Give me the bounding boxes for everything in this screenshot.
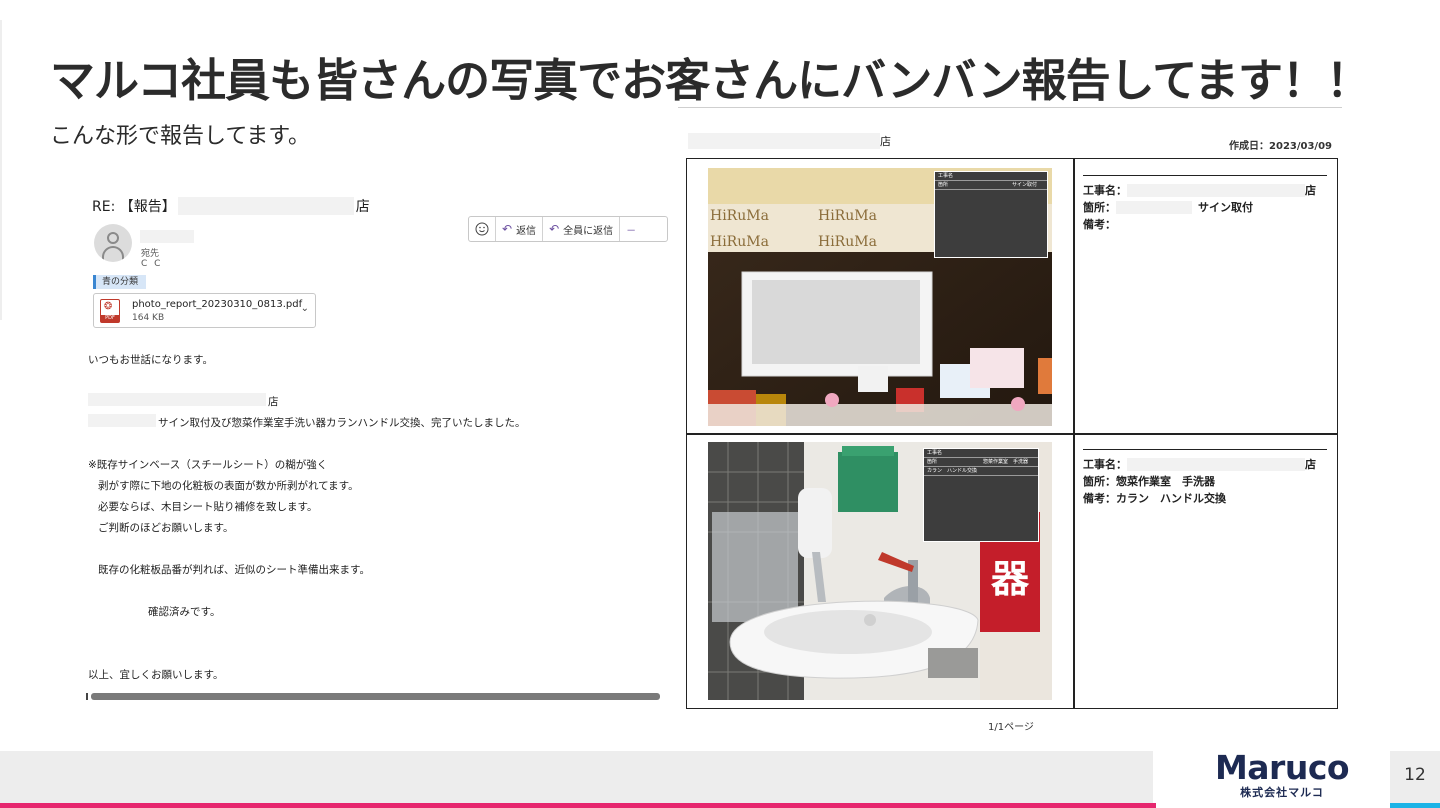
- report-created-date: 作成日：2023/03/09: [1229, 141, 1332, 152]
- logo-wordmark: Maruco: [1214, 748, 1350, 787]
- scrollbar-cap: [86, 693, 88, 700]
- banner-text-3: HiRuMa: [710, 234, 769, 250]
- pdf-icon-label: PDF: [101, 315, 119, 322]
- company-logo: Maruco 株式会社マルコ: [1212, 750, 1352, 804]
- photo-sink-faucet: 器 工事名 箇所 惣菜作業室 手洗器 カラン ハンドル交換: [708, 442, 1052, 700]
- entry-1-location-value: サイン取付: [1198, 201, 1253, 214]
- photo-report: 店 作成日：2023/03/09 HiRuMa HiRuMa HiRuMa Hi…: [686, 130, 1340, 733]
- cc-label: C C: [141, 259, 163, 269]
- page-number: 12: [1404, 765, 1426, 785]
- banner-text-1: HiRuMa: [710, 208, 769, 224]
- more-label: －: [626, 225, 637, 237]
- reply-icon: ↶: [502, 222, 513, 236]
- entry-2-project-label: 工事名：: [1083, 458, 1127, 471]
- entry-1-project-label: 工事名：: [1083, 184, 1127, 197]
- attachment-card[interactable]: ❂ PDF photo_report_20230310_0813.pdf 164…: [93, 293, 316, 328]
- board-2-location-value: 惣菜作業室 手洗器: [982, 459, 1028, 465]
- email-work-line: サイン取付及び惣菜作業室手洗い器カランハンドル交換、完了いたしました。: [158, 417, 526, 429]
- email-subject: RE: 【報告】 店: [92, 196, 370, 216]
- banner-text-4: HiRuMa: [818, 234, 877, 250]
- avatar: [94, 224, 132, 262]
- redacted-sender: [140, 230, 194, 243]
- email-note-6: 確認済みです。: [148, 606, 221, 618]
- emoji-button[interactable]: [469, 217, 496, 241]
- board-2-title: 工事名: [924, 449, 1038, 458]
- entry-1-remarks: 備考：: [1083, 216, 1116, 232]
- to-label: 宛先: [141, 249, 160, 259]
- report-store-suffix: 店: [880, 135, 891, 148]
- board-1-location-value: サイン取付: [1011, 182, 1037, 188]
- more-button[interactable]: －: [620, 217, 642, 241]
- board-2-location-key: 箇所: [927, 459, 938, 465]
- entry-2-location: 箇所： 惣菜作業室 手洗器: [1083, 473, 1215, 489]
- person-icon: [107, 232, 119, 244]
- report-table: HiRuMa HiRuMa HiRuMa HiRuMa 工事名 箇所 サイン取付…: [686, 158, 1338, 709]
- smiley-icon: [475, 222, 489, 236]
- email-note-5: 既存の化粧板品番が判れば、近似のシート準備出来ます。: [98, 564, 370, 576]
- photo-sign-install: HiRuMa HiRuMa HiRuMa HiRuMa 工事名 箇所 サイン取付: [708, 168, 1052, 426]
- entry-1-location: 箇所： サイン取付: [1083, 199, 1253, 215]
- footer-band: [0, 751, 1153, 803]
- reply-button[interactable]: ↶ 返信: [496, 217, 544, 241]
- category-tag[interactable]: 青の分類: [93, 275, 147, 289]
- entry-2-remarks-label: 備考：: [1083, 492, 1116, 505]
- redacted-location: [88, 414, 156, 427]
- entry-2-remarks-value: カラン ハンドル交換: [1116, 492, 1226, 505]
- report-page-indicator: 1/1ページ: [988, 722, 1034, 733]
- redacted-store-name: [177, 197, 354, 215]
- redacted-location: [1116, 200, 1192, 214]
- email-note-2: 剥がす際に下地の化粧板の表面が数か所剥がれてます。: [98, 480, 359, 492]
- horizontal-scrollbar[interactable]: [91, 693, 660, 700]
- entry-2-project: 工事名： 店: [1083, 456, 1316, 472]
- entry-1-remarks-label: 備考：: [1083, 218, 1116, 231]
- sign-glyph: 器: [991, 557, 1030, 601]
- attachment-size: 164 KB: [132, 313, 165, 323]
- chevron-down-icon[interactable]: ⌄: [301, 303, 309, 314]
- board-1-location-key: 箇所: [938, 182, 949, 188]
- redacted-store: [688, 133, 880, 149]
- email-subject-suffix: 店: [355, 199, 370, 215]
- slide-subtitle: こんな形で報告してます。: [50, 124, 311, 149]
- footer-accent-blue: [1390, 803, 1440, 808]
- title-divider: [678, 107, 1342, 108]
- email-closing: 以上、宜しくお願いします。: [88, 669, 224, 681]
- entry-1-project: 工事名： 店: [1083, 182, 1316, 198]
- logo-company-name: 株式会社マルコ: [1240, 786, 1324, 799]
- entry-2-location-label: 箇所：: [1083, 475, 1116, 488]
- pdf-file-icon: ❂ PDF: [100, 299, 120, 323]
- email-screenshot: RE: 【報告】 店 ↶ 返信 ↶ 全員に返信 － 宛先 C C 青の分類 ❂ …: [86, 188, 668, 708]
- work-board-1: 工事名 箇所 サイン取付: [934, 171, 1048, 258]
- reply-label: 返信: [516, 225, 537, 237]
- entry-2-project-suffix: 店: [1305, 458, 1316, 471]
- redacted-project: [1127, 183, 1305, 197]
- board-2-remarks: カラン ハンドル交換: [924, 467, 1038, 476]
- reply-all-icon: ↶: [549, 222, 560, 236]
- entry-1-project-suffix: 店: [1305, 184, 1316, 197]
- email-note-3: 必要ならば、木目シート貼り補修を致します。: [98, 501, 318, 513]
- banner-text-2: HiRuMa: [818, 208, 877, 224]
- entry-2-location-value: 惣菜作業室 手洗器: [1116, 475, 1215, 488]
- redacted-project: [1127, 457, 1305, 471]
- redacted-store: [88, 393, 266, 406]
- board-1-title: 工事名: [935, 172, 1047, 181]
- slide-edge: [0, 20, 2, 320]
- work-board-2: 工事名 箇所 惣菜作業室 手洗器 カラン ハンドル交換: [923, 448, 1039, 542]
- email-note-4: ご判断のほどお願いします。: [98, 522, 234, 534]
- email-note-1: ※既存サインベース（スチールシート）の糊が強く: [88, 459, 328, 471]
- report-store: 店: [688, 133, 891, 149]
- email-store-suffix: 店: [268, 396, 279, 408]
- reply-all-button[interactable]: ↶ 全員に返信: [543, 217, 621, 241]
- attachment-name: photo_report_20230310_0813.pdf: [132, 299, 303, 310]
- footer-accent-pink: [0, 803, 1156, 808]
- entry-1-location-label: 箇所：: [1083, 201, 1116, 214]
- entry-2-remarks: 備考： カラン ハンドル交換: [1083, 490, 1226, 506]
- email-toolbar: ↶ 返信 ↶ 全員に返信 －: [468, 216, 668, 242]
- slide-title: マルコ社員も皆さんの写真でお客さんにバンバン報告してます！！: [50, 54, 1371, 107]
- email-greeting: いつもお世話になります。: [88, 354, 213, 366]
- reply-all-label: 全員に返信: [563, 225, 614, 237]
- email-subject-prefix: RE: 【報告】: [92, 199, 176, 215]
